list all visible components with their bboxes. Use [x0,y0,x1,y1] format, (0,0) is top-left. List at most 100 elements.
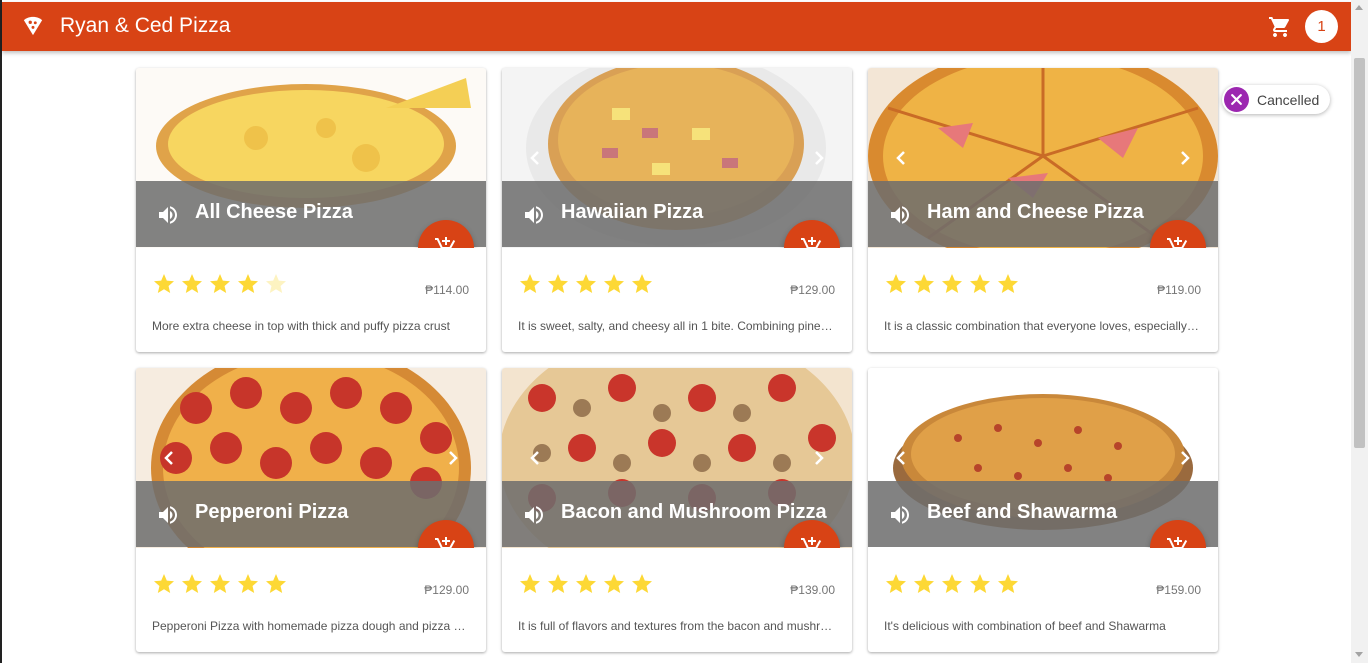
toast-message: Cancelled [1257,92,1320,108]
scroll-down-arrow-icon[interactable] [1355,652,1363,657]
product-name: Bacon and Mushroom Pizza [561,501,827,523]
star-filled-icon[interactable] [236,572,260,596]
product-description: It is full of flavors and textures from … [518,619,836,633]
star-filled-icon[interactable] [152,272,176,296]
product-name: Pepperoni Pizza [195,501,349,523]
add-shopping-cart-icon [435,537,456,548]
star-filled-icon[interactable] [208,572,232,596]
star-filled-icon[interactable] [546,272,570,296]
product-price: ₱139.00 [790,583,835,597]
star-filled-icon[interactable] [884,572,908,596]
star-rating[interactable] [518,272,654,298]
star-filled-icon[interactable] [996,272,1020,296]
carousel-prev-icon[interactable] [530,150,540,166]
add-shopping-cart-icon [801,537,822,548]
product-image: Pepperoni Pizza [136,368,486,548]
pizza-slice-icon [23,16,43,36]
scroll-up-arrow-icon[interactable] [1355,5,1363,10]
product-name: Ham and Cheese Pizza [927,201,1144,223]
product-image: Beef and Shawarma [868,368,1218,548]
star-rating[interactable] [152,272,288,298]
star-filled-icon[interactable] [630,272,654,296]
speaker-icon[interactable] [156,503,180,527]
star-filled-icon[interactable] [518,572,542,596]
product-image: All Cheese Pizza [136,68,486,248]
product-card: All Cheese Pizza ₱114.00 More extra chee… [136,68,486,352]
add-shopping-cart-icon [435,237,456,248]
carousel-prev-icon[interactable] [896,450,906,466]
star-filled-icon[interactable] [602,272,626,296]
product-card: Beef and Shawarma ₱159.00 It's delicious… [868,368,1218,652]
star-filled-icon[interactable] [180,572,204,596]
product-name: Beef and Shawarma [927,501,1118,523]
speaker-icon[interactable] [156,203,180,227]
product-price: ₱129.00 [424,583,469,597]
star-rating[interactable] [518,572,654,598]
product-name: Hawaiian Pizza [561,201,704,223]
star-filled-icon[interactable] [518,272,542,296]
carousel-next-icon[interactable] [814,150,824,166]
star-filled-icon[interactable] [996,572,1020,596]
speaker-icon[interactable] [888,503,912,527]
star-rating[interactable] [884,572,1020,598]
star-filled-icon[interactable] [912,572,936,596]
product-description: It is a classic combination that everyon… [884,319,1202,333]
star-filled-icon[interactable] [180,272,204,296]
carousel-next-icon[interactable] [1180,450,1190,466]
app-bar: Ryan & Ced Pizza 1 [2,2,1351,51]
carousel-prev-icon[interactable] [164,450,174,466]
add-shopping-cart-icon [1167,237,1188,248]
star-filled-icon[interactable] [912,272,936,296]
add-shopping-cart-icon [801,237,822,248]
star-rating[interactable] [884,272,1020,298]
star-filled-icon[interactable] [630,572,654,596]
add-shopping-cart-icon [1167,537,1188,548]
product-card: Pepperoni Pizza ₱129.00 Pepperoni Pizza … [136,368,486,652]
speaker-icon[interactable] [522,203,546,227]
star-filled-icon[interactable] [940,572,964,596]
speaker-icon[interactable] [888,203,912,227]
carousel-next-icon[interactable] [1180,150,1190,166]
star-filled-icon[interactable] [264,572,288,596]
product-card: Hawaiian Pizza ₱129.00 It is sweet, salt… [502,68,852,352]
product-price: ₱119.00 [1157,283,1201,297]
product-image: Ham and Cheese Pizza [868,68,1218,248]
product-price: ₱114.00 [425,283,469,297]
star-filled-icon[interactable] [884,272,908,296]
carousel-next-icon[interactable] [814,450,824,466]
star-filled-icon[interactable] [236,272,260,296]
scrollbar-thumb[interactable] [1354,58,1365,448]
star-filled-icon[interactable] [152,572,176,596]
star-filled-icon[interactable] [968,272,992,296]
product-card: Bacon and Mushroom Pizza ₱139.00 It is f… [502,368,852,652]
page-scrollbar[interactable] [1351,0,1368,663]
speaker-icon[interactable] [522,503,546,527]
app-title: Ryan & Ced Pizza [60,14,231,37]
carousel-next-icon[interactable] [448,450,458,466]
product-image: Hawaiian Pizza [502,68,852,248]
carousel-prev-icon[interactable] [896,150,906,166]
star-filled-icon[interactable] [968,572,992,596]
product-description: More extra cheese in top with thick and … [152,319,450,333]
cancel-icon [1224,87,1249,112]
product-description: It's delicious with combination of beef … [884,619,1166,633]
star-filled-icon[interactable] [574,572,598,596]
cart-icon[interactable] [1268,15,1292,39]
star-filled-icon[interactable] [208,272,232,296]
product-price: ₱129.00 [790,283,835,297]
cart-count-badge[interactable]: 1 [1305,10,1338,43]
product-price: ₱159.00 [1156,583,1201,597]
window-edge [0,0,2,663]
star-filled-icon[interactable] [940,272,964,296]
product-card: Ham and Cheese Pizza ₱119.00 It is a cla… [868,68,1218,352]
star-filled-icon[interactable] [546,572,570,596]
star-filled-icon[interactable] [602,572,626,596]
product-description: Pepperoni Pizza with homemade pizza doug… [152,619,470,633]
product-description: It is sweet, salty, and cheesy all in 1 … [518,319,836,333]
star-rating[interactable] [152,572,288,598]
product-image: Bacon and Mushroom Pizza [502,368,852,548]
star-filled-icon[interactable] [574,272,598,296]
star-empty-icon[interactable] [264,272,288,296]
carousel-prev-icon[interactable] [530,450,540,466]
product-name: All Cheese Pizza [195,201,353,223]
